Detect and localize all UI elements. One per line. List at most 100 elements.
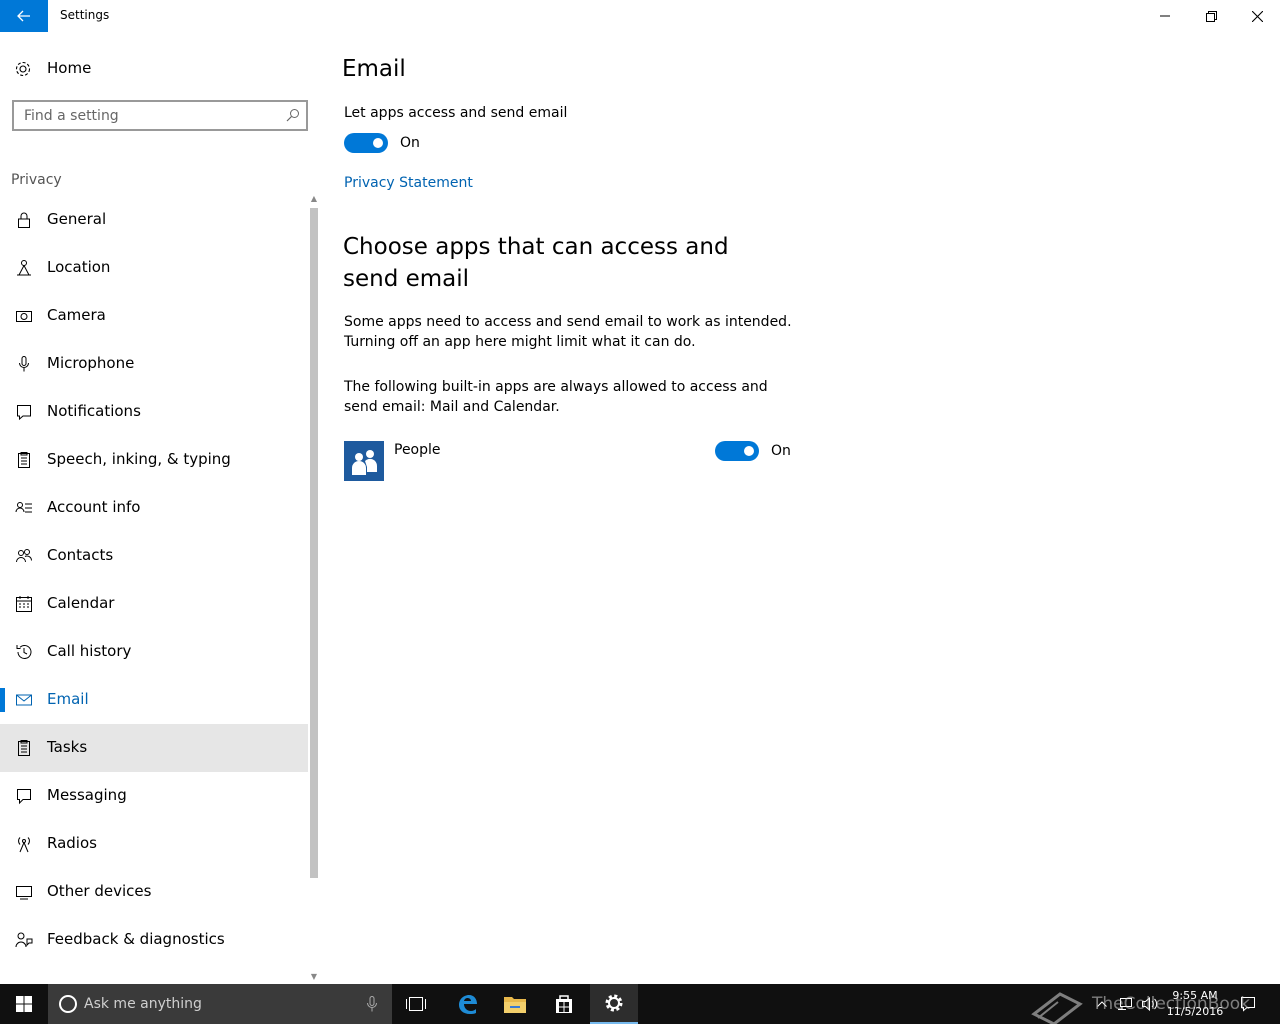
sidebar-item-feedback[interactable]: Feedback & diagnostics [0, 916, 308, 964]
gear-icon [15, 61, 31, 77]
minimize-icon [1160, 15, 1170, 17]
sidebar-item-speech[interactable]: Speech, inking, & typing [0, 436, 308, 484]
lock-icon [18, 212, 30, 228]
microphone-icon[interactable] [366, 996, 378, 1012]
settings-taskbar-button[interactable] [590, 984, 638, 1024]
sidebar-item-label: Feedback & diagnostics [47, 930, 225, 948]
sidebar-item-label: Calendar [47, 594, 115, 612]
apps-subheading: Choose apps that can access and send ema… [343, 234, 729, 292]
notifications-icon [17, 405, 31, 421]
scroll-up-arrow-icon[interactable]: ▲ [309, 194, 319, 204]
sidebar-scrollbar[interactable]: ▲ ▼ [308, 194, 320, 984]
sidebar-item-label: Email [47, 690, 89, 708]
taskbar-clock[interactable]: 9:55 AM 11/5/2016 [1160, 988, 1230, 1020]
sidebar-item-label: Camera [47, 306, 106, 324]
messaging-icon [17, 789, 31, 805]
edge-button[interactable] [443, 984, 491, 1024]
settings-search[interactable] [12, 100, 308, 131]
app-name: People [394, 442, 441, 458]
sidebar-item-label: Notifications [47, 402, 141, 420]
file-explorer-button[interactable] [491, 984, 539, 1024]
network-icon [1118, 998, 1132, 1010]
people-icon [352, 450, 378, 475]
call-history-icon [16, 645, 32, 659]
action-center-button[interactable] [1236, 984, 1260, 1024]
start-button[interactable] [0, 984, 48, 1024]
search-icon[interactable] [286, 108, 300, 122]
tasks-icon [18, 740, 30, 756]
scroll-down-arrow-icon[interactable]: ▼ [309, 972, 319, 982]
back-arrow-icon [17, 10, 30, 22]
sidebar-item-tasks[interactable]: Tasks [0, 724, 308, 772]
sidebar-home[interactable]: Home [0, 52, 308, 84]
clock-time: 9:55 AM [1172, 989, 1218, 1002]
sidebar-item-call-history[interactable]: Call history [0, 628, 308, 676]
sidebar-item-general[interactable]: General [0, 196, 308, 244]
section-label: Privacy [11, 172, 62, 188]
sidebar-item-label: Contacts [47, 546, 114, 564]
account-info-icon [15, 502, 32, 513]
task-view-icon [406, 997, 426, 1011]
search-input[interactable] [14, 102, 274, 129]
other-devices-icon [16, 886, 32, 900]
sidebar-item-label: Location [47, 258, 111, 276]
restore-icon [1205, 10, 1217, 22]
scroll-thumb[interactable] [310, 208, 318, 878]
sidebar-item-contacts[interactable]: Contacts [0, 532, 308, 580]
feedback-icon [15, 932, 33, 948]
privacy-nav: General Location Camera Microphone Notif… [0, 196, 308, 964]
sidebar-item-label: General [47, 210, 107, 228]
taskbar: 9:55 AM 11/5/2016 [0, 984, 1280, 1024]
back-button[interactable] [0, 0, 48, 32]
store-button[interactable] [540, 984, 588, 1024]
folder-icon [504, 997, 526, 1013]
sidebar-item-label: Account info [47, 498, 141, 516]
calendar-icon [16, 596, 32, 612]
close-button[interactable] [1234, 0, 1280, 32]
sidebar-item-location[interactable]: Location [0, 244, 308, 292]
volume-button[interactable] [1138, 984, 1162, 1024]
location-icon [17, 260, 31, 276]
sidebar-item-calendar[interactable]: Calendar [0, 580, 308, 628]
sidebar-item-account-info[interactable]: Account info [0, 484, 308, 532]
sidebar-item-email[interactable]: Email [0, 676, 308, 724]
sidebar-item-label: Tasks [47, 738, 88, 756]
sidebar-item-radios[interactable]: Radios [0, 820, 308, 868]
minimize-button[interactable] [1142, 0, 1188, 32]
people-app-toggle[interactable] [715, 441, 759, 461]
action-center-icon [1241, 997, 1255, 1012]
page-title: Email [342, 56, 406, 82]
sidebar-item-label: Speech, inking, & typing [47, 450, 231, 468]
sidebar-item-notifications[interactable]: Notifications [0, 388, 308, 436]
show-hidden-icons-button[interactable] [1094, 984, 1110, 1024]
description-text: Some apps need to access and send email … [344, 314, 792, 350]
clock-date: 11/5/2016 [1166, 1005, 1224, 1018]
sidebar-item-microphone[interactable]: Microphone [0, 340, 308, 388]
windows-logo-icon [16, 996, 32, 1012]
window-title: Settings [60, 8, 110, 22]
master-email-toggle[interactable] [344, 133, 388, 153]
edge-icon [459, 995, 477, 1014]
cortana-search[interactable] [48, 984, 392, 1024]
sidebar-item-messaging[interactable]: Messaging [0, 772, 308, 820]
chevron-up-icon [1097, 1001, 1107, 1007]
home-label: Home [47, 59, 92, 77]
sidebar-item-label: Radios [47, 834, 97, 852]
sidebar-item-camera[interactable]: Camera [0, 292, 308, 340]
sidebar-item-label: Messaging [47, 786, 127, 804]
people-toggle-state: On [771, 443, 791, 459]
task-view-button[interactable] [392, 984, 440, 1024]
microphone-icon [19, 356, 29, 372]
sidebar-item-other-devices[interactable]: Other devices [0, 868, 308, 916]
main-content: Email Let apps access and send email On … [342, 32, 1242, 984]
network-button[interactable] [1114, 984, 1136, 1024]
cortana-icon [59, 995, 77, 1013]
camera-icon [16, 311, 32, 322]
privacy-statement-link[interactable]: Privacy Statement [344, 175, 473, 191]
people-app-tile [344, 441, 384, 481]
email-icon [16, 694, 32, 706]
radios-icon [18, 837, 30, 853]
taskbar-search-input[interactable] [84, 992, 354, 1016]
contacts-icon [16, 549, 32, 563]
restore-button[interactable] [1188, 0, 1234, 32]
